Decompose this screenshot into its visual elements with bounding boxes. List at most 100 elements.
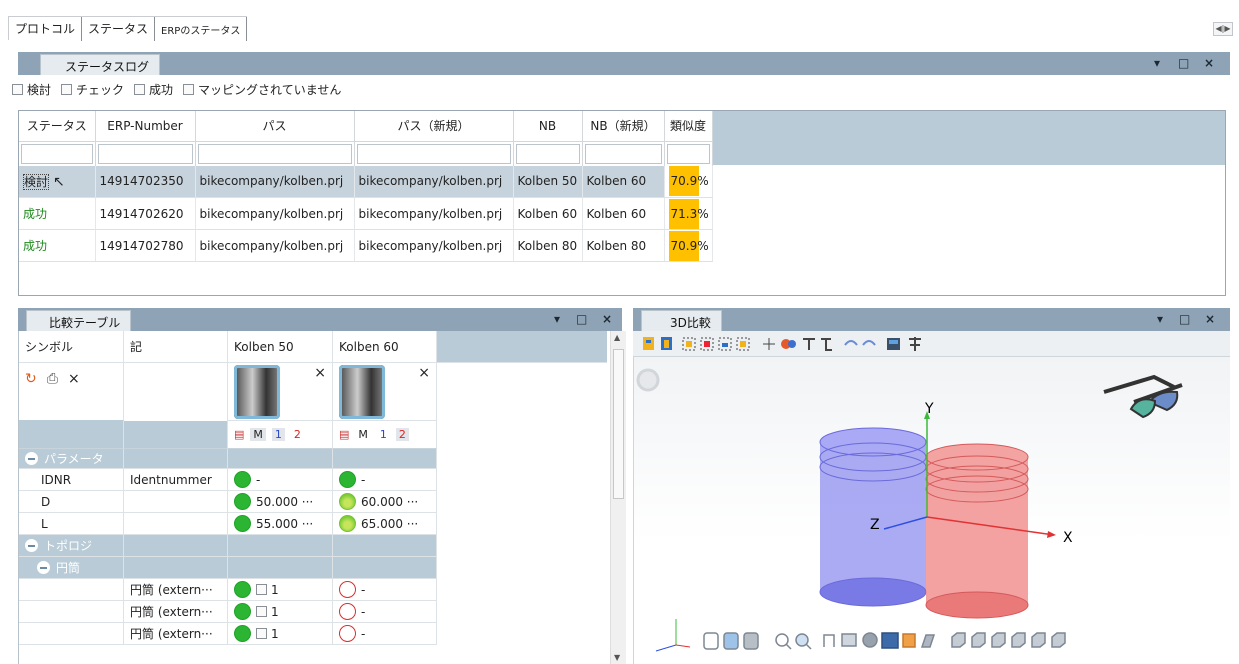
checkbox-icon[interactable] (61, 83, 73, 95)
checkbox-icon[interactable] (183, 83, 195, 95)
table-row[interactable]: 円筒 (extern··· 1 - (19, 623, 437, 645)
3d-glasses-icon[interactable] (1103, 374, 1183, 419)
table-row[interactable]: 成功 14914702780 bikecompany/kolben.prj bi… (19, 229, 713, 262)
column-header-symbol[interactable]: シンボル (19, 331, 124, 363)
table-row[interactable]: D 50.000 ··· 60.000 ··· (19, 491, 437, 513)
tab-status[interactable]: ステータス (82, 17, 156, 41)
table-row[interactable]: IDNR Identnummer - - (19, 469, 437, 491)
filter-cell-nb-new[interactable] (582, 141, 665, 166)
iso-icon[interactable] (920, 634, 936, 648)
column-header-similarity[interactable]: 類似度 (664, 111, 713, 142)
print-icon[interactable]: ⎙ (47, 371, 58, 387)
group-row-cylinder[interactable]: 円筒 (19, 557, 437, 579)
3d-panel-tab[interactable]: 3D比較 (641, 310, 722, 331)
table-row[interactable]: 円筒 (extern··· 1 - (19, 579, 437, 601)
mode-1-button[interactable]: 1 (377, 428, 390, 441)
column-header-nb[interactable]: NB (513, 111, 583, 142)
color-icon[interactable] (781, 339, 796, 349)
table-view-icon[interactable]: ▤ (234, 428, 244, 441)
table-row[interactable]: L 55.000 ··· 65.000 ··· (19, 513, 437, 535)
group-row-topology[interactable]: トポロジ (19, 535, 437, 557)
light-icon[interactable] (902, 633, 916, 648)
compare-vertical-scrollbar[interactable]: ▲ ▼ (610, 331, 626, 664)
3d-viewport[interactable]: Y X Z (633, 357, 1230, 664)
group-row-parameters[interactable]: パラメータ (19, 449, 437, 469)
filter-cell-nb[interactable] (513, 141, 583, 166)
select-c-icon[interactable] (718, 337, 732, 351)
filter-cell-erp[interactable] (95, 141, 196, 166)
column-header-note[interactable]: 記 (124, 331, 228, 363)
display-icon[interactable] (881, 632, 899, 649)
mode-m-button[interactable]: M (250, 428, 266, 441)
clip-a-icon[interactable] (803, 338, 815, 350)
column-header-nb-new[interactable]: NB（新規） (582, 111, 665, 142)
table-row[interactable]: 成功 14914702620 bikecompany/kolben.prj bi… (19, 197, 713, 230)
zoom-icon[interactable] (775, 633, 792, 650)
undo-icon[interactable] (844, 340, 858, 346)
filter-a-icon[interactable] (643, 337, 654, 350)
panel-close-icon[interactable]: × (1204, 56, 1214, 70)
filter-b-icon[interactable] (661, 337, 672, 350)
column-header-erp-number[interactable]: ERP-Number (95, 111, 196, 142)
table-view-icon[interactable]: ▤ (339, 428, 349, 441)
explode-icon[interactable] (909, 337, 921, 351)
scroll-thumb[interactable] (613, 349, 624, 499)
panel-close-icon[interactable]: × (602, 312, 612, 326)
view-front-icon[interactable] (951, 632, 966, 648)
checkbox-icon[interactable] (256, 606, 267, 617)
screenshot-icon[interactable] (887, 338, 900, 350)
panel-close-icon[interactable]: × (1205, 312, 1215, 326)
column-header-kolben-60[interactable]: Kolben 60 (333, 331, 437, 363)
collapse-icon[interactable] (37, 561, 50, 574)
refresh-icon[interactable]: ↻ (25, 371, 37, 387)
view-back-icon[interactable] (971, 632, 986, 648)
checkbox-icon[interactable] (134, 83, 146, 95)
zoom-fit-icon[interactable] (795, 633, 812, 650)
checkbox-icon[interactable] (12, 83, 23, 95)
view-right-icon[interactable] (1011, 632, 1026, 648)
filter-success[interactable]: 成功 (134, 81, 173, 98)
status-cell[interactable]: 成功 (19, 197, 96, 230)
thumbnail-kolben-60[interactable]: × (333, 363, 437, 421)
filter-review[interactable]: 検討 (12, 81, 51, 98)
close-icon[interactable]: × (68, 371, 80, 387)
render-icon[interactable] (862, 632, 878, 648)
view-bottom-icon[interactable] (1051, 632, 1066, 648)
tab-erp-status[interactable]: ERPのステータス (155, 17, 248, 41)
table-row[interactable]: 検討 ↖ 14914702350 bikecompany/kolben.prj b… (19, 165, 713, 198)
select-d-icon[interactable] (736, 337, 750, 351)
column-header-path-new[interactable]: パス（新規） (354, 111, 514, 142)
filter-cell-path-new[interactable] (354, 141, 514, 166)
filter-check[interactable]: チェック (61, 81, 124, 98)
checkbox-icon[interactable] (256, 584, 267, 595)
pan-icon[interactable] (823, 634, 835, 647)
panel-maximize-icon[interactable]: □ (1179, 312, 1190, 326)
table-row[interactable]: 円筒 (extern··· 1 - (19, 601, 437, 623)
select-b-icon[interactable] (700, 337, 714, 351)
filter-unmapped[interactable]: マッピングされていません (183, 81, 341, 98)
panel-menu-icon[interactable]: ▾ (1154, 56, 1160, 70)
status-cell[interactable]: 成功 (19, 229, 96, 262)
remove-model-icon[interactable]: × (314, 365, 326, 381)
column-header-kolben-50[interactable]: Kolben 50 (228, 331, 333, 363)
section-icon[interactable] (841, 633, 857, 647)
panel-maximize-icon[interactable]: □ (576, 312, 587, 326)
mode-2-button[interactable]: 2 (291, 428, 304, 441)
clip-b-icon[interactable] (821, 338, 832, 351)
collapse-icon[interactable] (25, 452, 38, 465)
move-icon[interactable] (763, 338, 775, 350)
view-left-icon[interactable] (991, 632, 1006, 648)
mode-1-button[interactable]: 1 (271, 428, 285, 441)
model-b-cylinder[interactable] (925, 443, 1029, 619)
mode-m-button[interactable]: M (355, 428, 371, 441)
collapse-icon[interactable] (25, 539, 38, 552)
tab-scroll-arrows-icon[interactable]: ◀|▶ (1213, 22, 1233, 36)
view-top-icon[interactable] (1031, 632, 1046, 648)
view-solid-icon[interactable] (743, 632, 759, 650)
status-log-panel-tab[interactable]: ステータスログ (40, 54, 161, 75)
column-header-path[interactable]: パス (195, 111, 355, 142)
view-wire-icon[interactable] (703, 632, 719, 650)
select-a-icon[interactable] (682, 337, 696, 351)
panel-maximize-icon[interactable]: □ (1178, 56, 1189, 70)
panel-menu-icon[interactable]: ▾ (1157, 312, 1163, 326)
